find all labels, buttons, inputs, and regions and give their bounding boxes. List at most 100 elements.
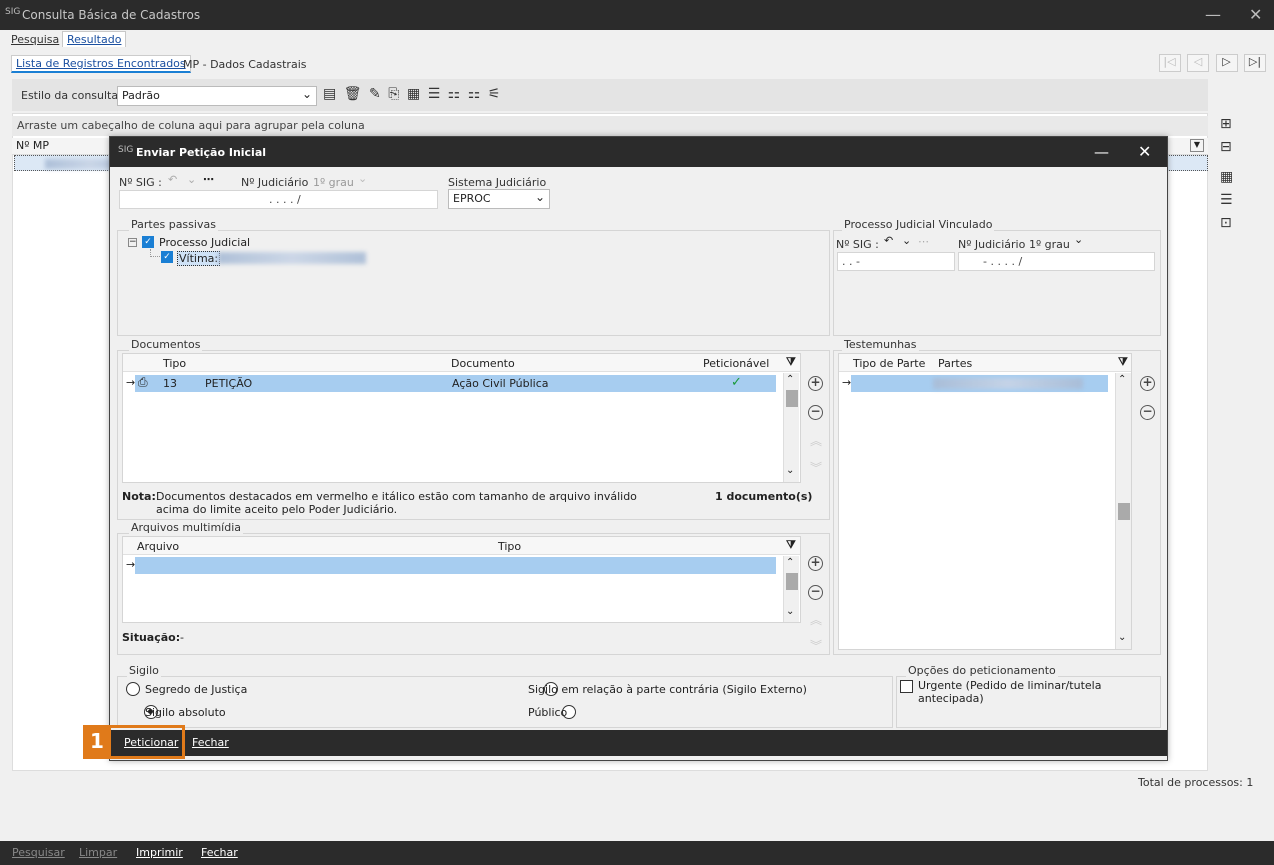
chevron-down-icon[interactable]: ⌄ — [902, 234, 911, 247]
minimize-button[interactable]: — — [1205, 5, 1221, 24]
nsig-input[interactable]: . . . . / — [119, 190, 438, 209]
move-down-icon[interactable]: ︾ — [810, 637, 822, 654]
scroll-down-icon[interactable]: ⌄ — [1118, 632, 1126, 643]
close-icon[interactable]: ✕ — [1249, 5, 1262, 24]
move-down-icon[interactable]: ︾ — [810, 459, 822, 476]
nsig-label: Nº SIG : — [119, 176, 162, 189]
vinc-nsig-input[interactable]: . . - — [837, 252, 955, 271]
scroll-down-icon[interactable]: ⌄ — [786, 465, 794, 476]
col-documento[interactable]: Documento — [451, 357, 515, 370]
move-up-icon[interactable]: ︽ — [810, 611, 822, 628]
estilo-select[interactable]: Padrão ⌄ — [117, 86, 317, 106]
sigilo-absoluto-label[interactable]: Sigilo absoluto — [145, 706, 226, 719]
tab-lista-registros[interactable]: Lista de Registros Encontrados — [11, 55, 191, 73]
vinculado-label: Processo Judicial Vinculado — [842, 218, 995, 231]
publico-label[interactable]: Público — [528, 706, 567, 719]
tab-pesquisa[interactable]: Pesquisa — [11, 33, 59, 46]
last-record-button[interactable]: ▷| — [1244, 54, 1266, 72]
form-icon[interactable]: ⊡ — [1220, 215, 1232, 231]
remove-arquivo-button[interactable]: − — [808, 585, 823, 600]
col-tipo[interactable]: Tipo — [163, 357, 186, 370]
processo-node[interactable]: Processo Judicial — [159, 236, 250, 249]
radio-segredo[interactable] — [126, 682, 140, 696]
vitima-checkbox[interactable]: ✓ — [161, 251, 173, 263]
segredo-label[interactable]: Segredo de Justiça — [145, 683, 247, 696]
limpar-button[interactable]: Limpar — [79, 846, 117, 859]
fechar-dialog-button[interactable]: Fechar — [192, 736, 229, 749]
collapse-icon[interactable]: − — [128, 238, 137, 247]
undo-icon[interactable]: ↶ — [884, 234, 893, 247]
tree-view-icon[interactable]: ⊞ — [1220, 116, 1232, 132]
remove-testemunha-button[interactable]: − — [1140, 405, 1155, 420]
nota-text-2: acima do limite aceito pelo Poder Judici… — [156, 503, 398, 516]
chevron-down-icon[interactable]: ⌄ — [1074, 233, 1083, 246]
fechar-button[interactable]: Fechar — [201, 846, 238, 859]
undo-icon[interactable]: ↶ — [168, 173, 177, 186]
tree-alt-icon[interactable]: ⚏ — [468, 86, 481, 102]
col-header-mp[interactable]: Nº MP — [16, 139, 49, 152]
scroll-thumb[interactable] — [786, 573, 798, 590]
tab-resultado[interactable]: Resultado — [62, 31, 127, 47]
col-partes[interactable]: Partes — [938, 357, 972, 370]
col-peticionavel[interactable]: Peticionável — [703, 357, 769, 370]
vitima-node[interactable]: Vítima: — [177, 251, 221, 266]
list-icon[interactable]: ☰ — [428, 86, 441, 102]
multimidia-scrollbar[interactable]: ⌃ ⌄ — [783, 556, 799, 622]
scroll-up-icon[interactable]: ⌃ — [786, 374, 794, 385]
col-arquivo[interactable]: Arquivo — [137, 540, 179, 553]
more-icon[interactable]: ⋯ — [918, 235, 929, 248]
urgente-checkbox[interactable] — [900, 680, 913, 693]
testemunhas-scrollbar[interactable]: ⌃ ⌄ — [1115, 373, 1131, 649]
add-testemunha-button[interactable]: + — [1140, 376, 1155, 391]
col-tipo-parte[interactable]: Tipo de Parte — [853, 357, 925, 370]
tree-icon[interactable]: ⚏ — [448, 86, 461, 102]
scroll-down-icon[interactable]: ⌄ — [786, 606, 794, 617]
situacao-label: Situação: — [122, 631, 181, 644]
documentos-scrollbar[interactable]: ⌃ ⌄ — [783, 373, 799, 482]
testemunha-row[interactable] — [851, 375, 1108, 392]
pesquisar-button[interactable]: Pesquisar — [12, 846, 65, 859]
filter-icon[interactable]: ⧩ — [1118, 355, 1128, 369]
scroll-up-icon[interactable]: ⌃ — [786, 557, 794, 568]
close-icon[interactable]: ✕ — [1138, 142, 1151, 161]
document-icon[interactable]: ▦ — [407, 86, 420, 102]
processo-checkbox[interactable]: ✓ — [142, 236, 154, 248]
multimidia-row[interactable] — [135, 557, 776, 574]
more-icon[interactable]: ⋯ — [203, 173, 214, 186]
move-up-icon[interactable]: ︽ — [810, 432, 822, 449]
delete-icon[interactable]: 🗑 — [344, 86, 362, 102]
prev-record-button[interactable]: ◁ — [1187, 54, 1209, 72]
save-icon[interactable]: ▤ — [323, 86, 336, 102]
export-icon[interactable]: ⎘ — [388, 86, 399, 102]
testemunhas-header: Tipo de Parte Partes ⧩ — [839, 354, 1131, 372]
tab-mp-dados[interactable]: MP - Dados Cadastrais — [183, 58, 306, 71]
remove-documento-button[interactable]: − — [808, 405, 823, 420]
documento-row[interactable]: ⎙ 13 PETIÇÃO Ação Civil Pública ✓ — [135, 375, 776, 392]
chevron-down-icon[interactable]: ▼ — [1190, 139, 1204, 152]
scroll-thumb[interactable] — [786, 390, 798, 407]
rows-icon[interactable]: ☰ — [1220, 192, 1233, 208]
edit-icon[interactable]: ✎ — [369, 86, 381, 102]
add-documento-button[interactable]: + — [808, 376, 823, 391]
filter-list-icon[interactable]: ⚟ — [488, 86, 501, 102]
next-record-button[interactable]: ▷ — [1215, 54, 1238, 72]
sigilo-externo-label[interactable]: Sigilo em relação à parte contrária (Sig… — [528, 683, 807, 696]
scroll-up-icon[interactable]: ⌃ — [1118, 374, 1126, 385]
chevron-down-icon[interactable]: ⌄ — [187, 173, 196, 186]
filter-icon[interactable]: ⧩ — [786, 538, 796, 552]
imprimir-button[interactable]: Imprimir — [136, 846, 183, 859]
minimize-icon[interactable]: — — [1094, 143, 1109, 161]
filter-icon[interactable]: ⧩ — [786, 355, 796, 369]
first-record-button[interactable]: |◁ — [1158, 54, 1181, 72]
chevron-down-icon[interactable]: ⌄ — [358, 172, 367, 185]
situacao-value: - — [180, 631, 184, 644]
table-icon[interactable]: ▦ — [1220, 169, 1233, 185]
collapse-icon[interactable]: ⊟ — [1220, 139, 1232, 155]
sig-icon: SIG — [118, 145, 134, 155]
col-tipo-arquivo[interactable]: Tipo — [498, 540, 521, 553]
vinc-njud-input[interactable]: - . . . . / — [958, 252, 1155, 271]
scroll-thumb[interactable] — [1118, 503, 1130, 520]
add-arquivo-button[interactable]: + — [808, 556, 823, 571]
sistema-select[interactable]: EPROC ⌄ — [448, 189, 550, 209]
urgente-label[interactable]: Urgente (Pedido de liminar/tutela anteci… — [918, 679, 1167, 705]
